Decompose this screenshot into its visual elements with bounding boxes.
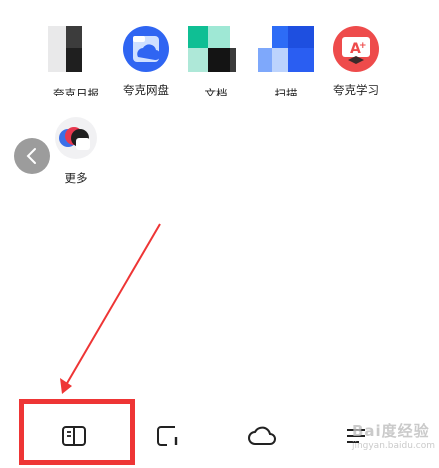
app-cloud-drive[interactable]: [118, 24, 174, 74]
app-label-daily-news: 夸克日报: [53, 87, 99, 96]
more-label: 更多: [64, 171, 88, 185]
app-document[interactable]: [188, 24, 244, 74]
watermark-text: Bai度经验: [351, 422, 430, 440]
nav-bookmarks[interactable]: [54, 418, 94, 454]
tabs-icon: [157, 426, 178, 446]
chevron-left-icon: [26, 148, 36, 164]
cloud-icon: [248, 426, 276, 445]
nav-cloud[interactable]: [242, 418, 282, 454]
app-scan[interactable]: [258, 24, 314, 74]
app-label-scan: 扫描: [274, 87, 298, 96]
more-apps-icon: [55, 117, 97, 159]
document-icon: [188, 26, 244, 72]
study-icon: A +: [333, 26, 379, 72]
book-icon: [62, 426, 86, 446]
cloud-drive-icon: [123, 26, 169, 72]
app-label-study: 夸克学习: [333, 83, 379, 97]
app-daily-news[interactable]: [48, 24, 104, 74]
back-button[interactable]: [14, 138, 50, 174]
app-study[interactable]: A +: [328, 24, 384, 74]
watermark-sub: jingyan.baidu.com: [351, 441, 435, 451]
watermark: Bai度经验 jingyan.baidu.com: [352, 420, 435, 451]
scan-icon: [258, 26, 314, 72]
daily-news-icon: [48, 26, 104, 72]
svg-text:+: +: [359, 41, 367, 51]
app-label-cloud-drive: 夸克网盘: [123, 83, 169, 97]
app-label-document: 文档: [204, 87, 228, 96]
more-apps-button[interactable]: [54, 116, 98, 160]
nav-tabs[interactable]: [148, 418, 188, 454]
